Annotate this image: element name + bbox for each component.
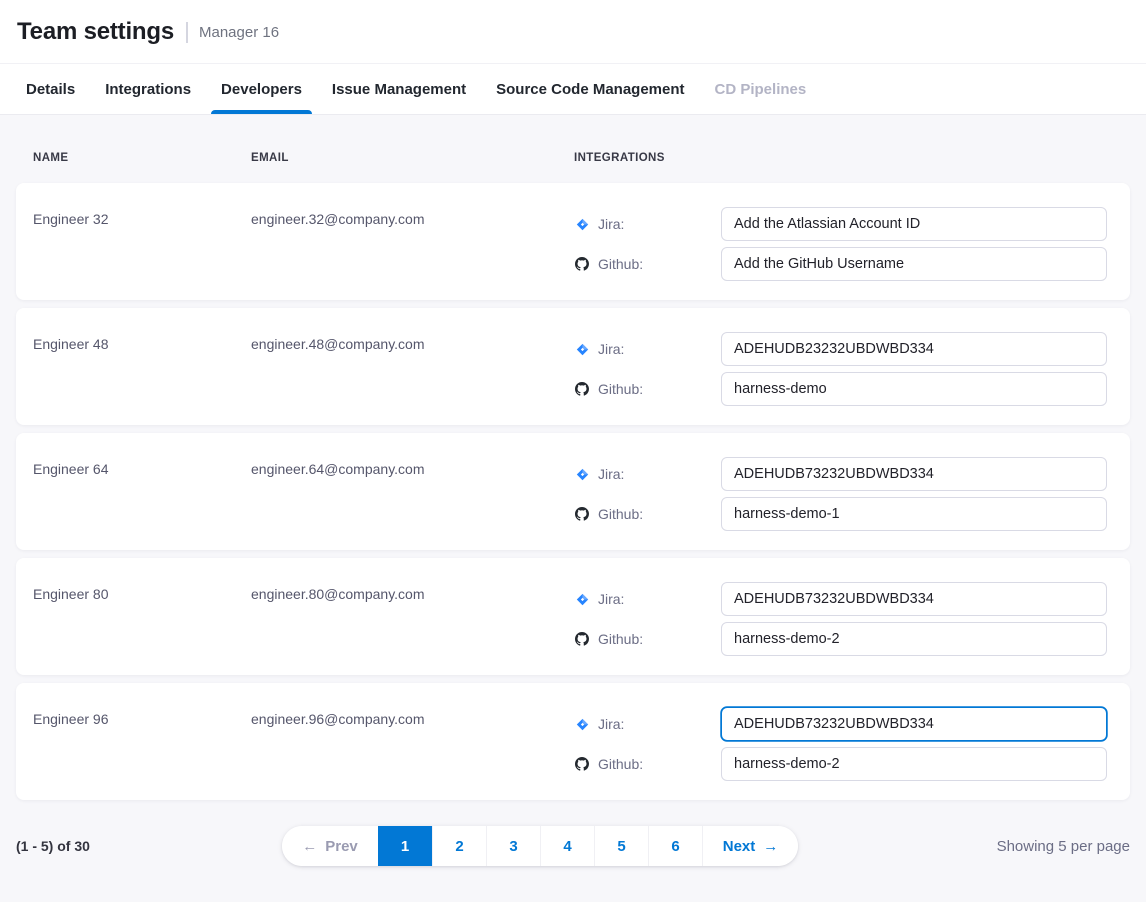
- github-label: Github:: [574, 506, 721, 522]
- github-icon: [574, 632, 590, 646]
- tab-details[interactable]: Details: [24, 64, 77, 114]
- github-icon: [574, 507, 590, 521]
- jira-label: Jira:: [574, 341, 721, 357]
- jira-icon: [574, 718, 590, 731]
- column-header-integrations: Integrations: [574, 152, 1107, 164]
- github-username-input[interactable]: [721, 372, 1107, 406]
- page-header: Team settings Manager 16: [0, 0, 1146, 64]
- developer-email: engineer.96@company.com: [251, 712, 574, 781]
- jira-account-id-input[interactable]: [721, 707, 1107, 741]
- tab-issue-management[interactable]: Issue Management: [330, 64, 468, 114]
- page-number-button[interactable]: 2: [432, 826, 486, 866]
- jira-icon: [574, 593, 590, 606]
- table-row: Engineer 96 engineer.96@company.com Jira…: [16, 683, 1130, 800]
- github-username-input[interactable]: [721, 622, 1107, 656]
- tab-bar: Details Integrations Developers Issue Ma…: [0, 64, 1146, 115]
- jira-label: Jira:: [574, 466, 721, 482]
- jira-icon: [574, 343, 590, 356]
- developer-name: Engineer 48: [33, 337, 251, 406]
- pagination-bar: (1 - 5) of 30 ← Prev 1 2 3 4 5 6 Next → …: [16, 826, 1130, 866]
- next-page-button[interactable]: Next →: [702, 826, 798, 866]
- title-divider: [186, 22, 188, 43]
- github-username-input[interactable]: [721, 497, 1107, 531]
- tab-cd-pipelines: CD Pipelines: [713, 64, 809, 114]
- column-header-email: Email: [251, 152, 574, 164]
- jira-account-id-input[interactable]: [721, 457, 1107, 491]
- tab-source-code-management[interactable]: Source Code Management: [494, 64, 686, 114]
- right-arrow-icon: →: [763, 838, 778, 855]
- github-label: Github:: [574, 631, 721, 647]
- github-username-input[interactable]: [721, 247, 1107, 281]
- left-arrow-icon: ←: [302, 838, 317, 855]
- jira-account-id-input[interactable]: [721, 582, 1107, 616]
- tab-developers[interactable]: Developers: [219, 64, 304, 114]
- developer-name: Engineer 32: [33, 212, 251, 281]
- integrations-cell: Jira: Github:: [574, 707, 1107, 781]
- developer-name: Engineer 80: [33, 587, 251, 656]
- table-header-row: Name Email Integrations: [16, 115, 1130, 183]
- pagination-range: (1 - 5) of 30: [16, 838, 90, 854]
- jira-icon: [574, 218, 590, 231]
- page-number-button[interactable]: 1: [378, 826, 432, 866]
- table-row: Engineer 80 engineer.80@company.com Jira…: [16, 558, 1130, 675]
- github-label: Github:: [574, 756, 721, 772]
- developer-email: engineer.48@company.com: [251, 337, 574, 406]
- developer-name: Engineer 96: [33, 712, 251, 781]
- page-subtitle: Manager 16: [199, 24, 279, 41]
- github-icon: [574, 757, 590, 771]
- tab-integrations[interactable]: Integrations: [103, 64, 193, 114]
- integrations-cell: Jira: Github:: [574, 207, 1107, 281]
- table-row: Engineer 64 engineer.64@company.com Jira…: [16, 433, 1130, 550]
- table-row: Engineer 48 engineer.48@company.com Jira…: [16, 308, 1130, 425]
- prev-page-button[interactable]: ← Prev: [282, 826, 378, 866]
- integrations-cell: Jira: Github:: [574, 582, 1107, 656]
- table-row: Engineer 32 engineer.32@company.com Jira…: [16, 183, 1130, 300]
- column-header-name: Name: [33, 152, 251, 164]
- page-number-button[interactable]: 3: [486, 826, 540, 866]
- pager: ← Prev 1 2 3 4 5 6 Next →: [282, 826, 798, 866]
- github-label: Github:: [574, 381, 721, 397]
- integrations-cell: Jira: Github:: [574, 457, 1107, 531]
- page-title: Team settings: [17, 18, 174, 46]
- jira-label: Jira:: [574, 216, 721, 232]
- jira-label: Jira:: [574, 716, 721, 732]
- developer-name: Engineer 64: [33, 462, 251, 531]
- github-label: Github:: [574, 256, 721, 272]
- page-number-button[interactable]: 6: [648, 826, 702, 866]
- per-page-label: Showing 5 per page: [997, 838, 1130, 855]
- jira-account-id-input[interactable]: [721, 332, 1107, 366]
- integrations-cell: Jira: Github:: [574, 332, 1107, 406]
- github-username-input[interactable]: [721, 747, 1107, 781]
- developer-table: Name Email Integrations Engineer 32 engi…: [0, 115, 1146, 866]
- github-icon: [574, 382, 590, 396]
- developer-email: engineer.32@company.com: [251, 212, 574, 281]
- jira-label: Jira:: [574, 591, 721, 607]
- jira-icon: [574, 468, 590, 481]
- github-icon: [574, 257, 590, 271]
- page-number-button[interactable]: 4: [540, 826, 594, 866]
- page-number-button[interactable]: 5: [594, 826, 648, 866]
- developer-email: engineer.64@company.com: [251, 462, 574, 531]
- jira-account-id-input[interactable]: [721, 207, 1107, 241]
- developer-email: engineer.80@company.com: [251, 587, 574, 656]
